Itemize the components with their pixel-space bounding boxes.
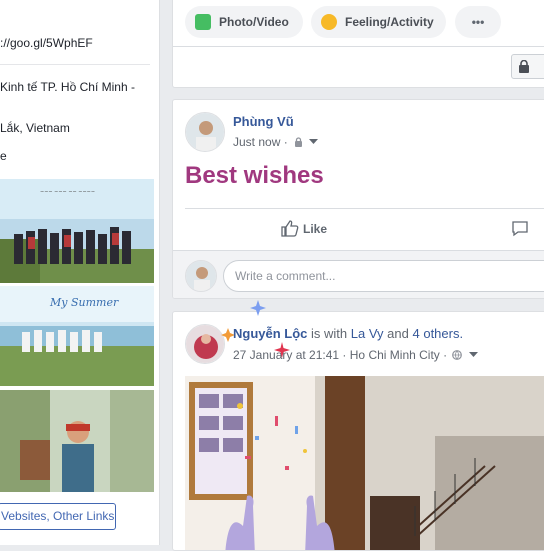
comment-button[interactable] [511, 220, 529, 240]
commenter-avatar-image [186, 261, 216, 291]
smiley-icon [321, 14, 337, 30]
see-more-link[interactable]: e [0, 149, 7, 163]
avatar[interactable] [185, 324, 225, 364]
avatar-image [186, 325, 224, 363]
thumbs-up-icon [281, 220, 299, 237]
svg-text:~~~ ~~~ ~~ ~~~~: ~~~ ~~~ ~~ ~~~~ [40, 189, 95, 195]
sparkle-icon [250, 300, 266, 316]
divider [0, 64, 150, 65]
globe-icon [452, 350, 463, 360]
post-text: Best wishes [185, 162, 324, 189]
caret-down-icon[interactable] [309, 139, 319, 145]
photo-thumbnail-3[interactable] [0, 390, 154, 492]
caret-down-icon[interactable] [468, 352, 478, 358]
sparkle-icon [274, 342, 290, 358]
staircase-photo [185, 376, 544, 550]
avatar [185, 260, 217, 292]
tagged-others-link[interactable]: 4 others. [413, 326, 464, 341]
group-photo-1: ~~~ ~~~ ~~ ~~~~ [0, 179, 154, 283]
post-location[interactable]: Ho Chi Minh City · [350, 348, 447, 362]
divider [173, 46, 544, 47]
post-photo[interactable] [185, 376, 544, 550]
post-author[interactable]: Phùng Vũ [233, 114, 294, 129]
and-text: and [387, 326, 409, 341]
feeling-activity-button[interactable]: Feeling/Activity [311, 6, 446, 38]
lock-icon [295, 137, 303, 147]
photo-caption: My Summer [49, 296, 119, 309]
photo-video-label: Photo/Video [219, 15, 289, 29]
portrait-photo [0, 390, 154, 492]
comment-input[interactable]: Write a comment... [223, 260, 544, 292]
website-link[interactable]: ://goo.gl/5WphEF [0, 36, 93, 50]
avatar-image [186, 113, 224, 151]
timestamp-text[interactable]: Just now · [233, 135, 288, 149]
photo-thumbnail-1[interactable]: ~~~ ~~~ ~~ ~~~~ [0, 179, 154, 283]
comment-icon [512, 221, 528, 237]
divider [185, 208, 544, 209]
lock-icon [519, 60, 529, 73]
audience-selector[interactable] [511, 54, 544, 79]
is-with-text: is with [311, 326, 348, 341]
post-meta: 27 January at 21:41 · Ho Chi Minh City · [233, 348, 478, 362]
photo-icon [195, 14, 211, 30]
like-button[interactable]: Like [281, 220, 327, 237]
photo-thumbnail-2[interactable]: My Summer [0, 286, 154, 386]
photo-video-button[interactable]: Photo/Video [185, 6, 303, 38]
websites-other-links-button[interactable]: Vebsites, Other Links [0, 503, 116, 530]
post-timestamp: Just now · [233, 135, 319, 149]
group-photo-2: My Summer [0, 286, 154, 386]
intro-sidebar: ://goo.gl/5WphEF Kinh tế TP. Hồ Chí Minh… [0, 0, 160, 545]
comment-section: Write a comment... [173, 250, 544, 298]
school-link[interactable]: Kinh tế TP. Hồ Chí Minh - [0, 80, 135, 94]
post-card: Nguyễn Lộc is with La Vy and 4 others. 2… [172, 311, 544, 551]
like-label: Like [303, 222, 328, 236]
tagged-friend[interactable]: La Vy [351, 326, 384, 341]
more-options-button[interactable]: ••• [455, 6, 501, 38]
post-card: Phùng Vũ Just now · Best wishes Like Wri… [172, 99, 544, 299]
location-link[interactable]: Lắk, Vietnam [0, 121, 70, 135]
post-composer: Photo/Video Feeling/Activity ••• [172, 0, 544, 88]
feeling-activity-label: Feeling/Activity [345, 15, 434, 29]
avatar[interactable] [185, 112, 225, 152]
